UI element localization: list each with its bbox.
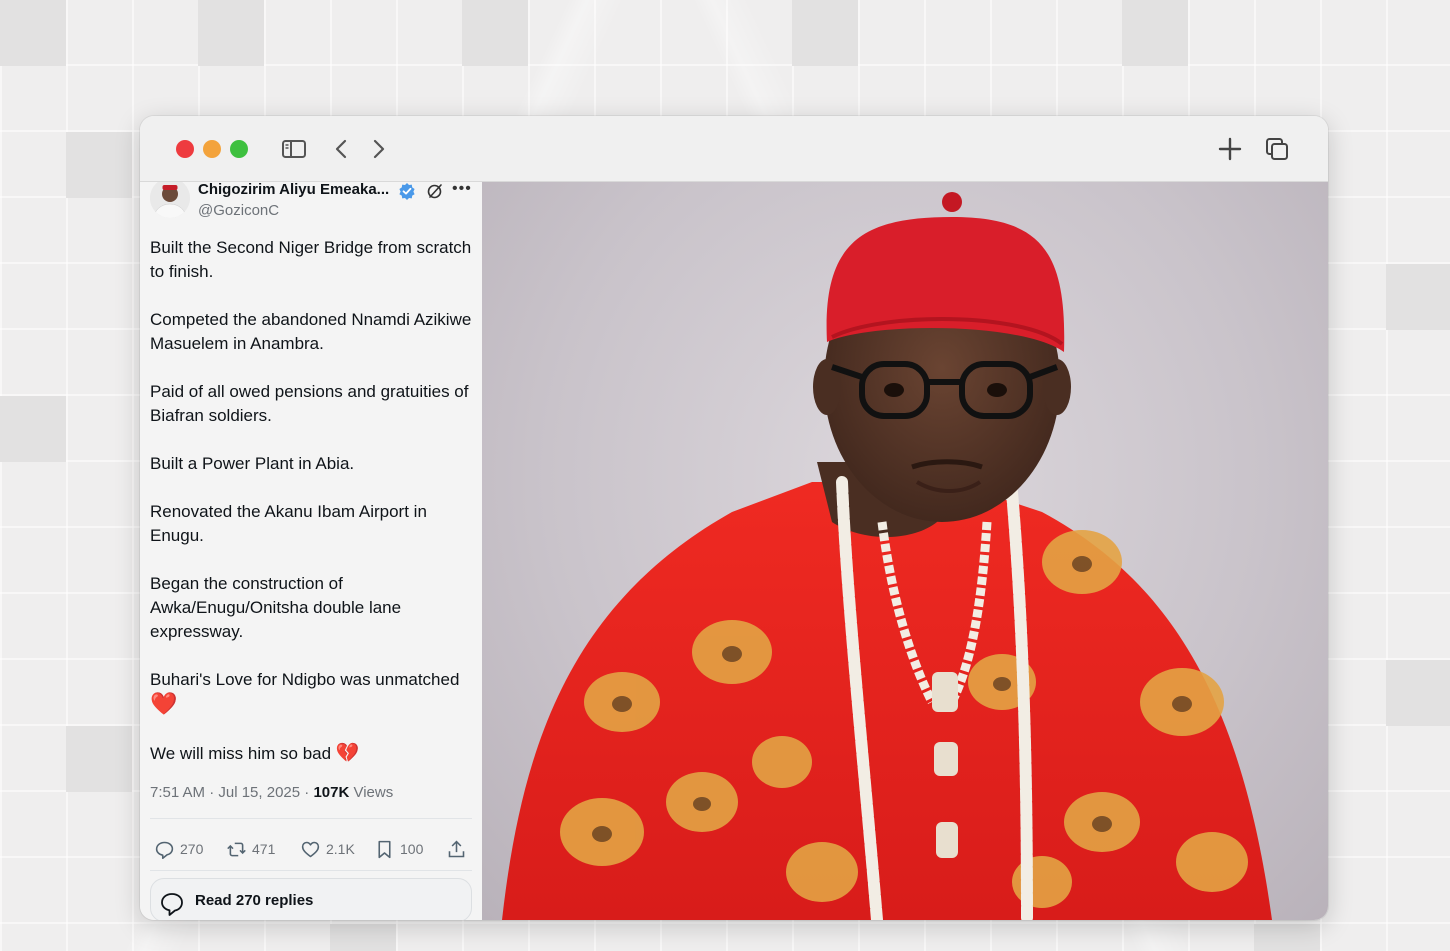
- zoom-window-button[interactable]: [230, 140, 248, 158]
- author-handle[interactable]: @GoziconC: [198, 202, 279, 219]
- grok-icon[interactable]: [426, 182, 444, 200]
- sidebar-icon[interactable]: [280, 135, 308, 163]
- repost-button[interactable]: 471: [226, 835, 275, 863]
- tweet-paragraph: Competed the abandoned Nnamdi Azikiwe Ma…: [150, 310, 472, 353]
- bookmark-button[interactable]: 100: [374, 835, 423, 863]
- tweet-text: Built the Second Niger Bridge from scrat…: [150, 236, 480, 790]
- read-replies-label: Read 270 replies: [195, 892, 314, 909]
- share-button[interactable]: [446, 835, 467, 863]
- tweet-actions: 270 471 2.1K 100: [154, 835, 474, 863]
- avatar[interactable]: [150, 182, 190, 218]
- new-tab-icon[interactable]: [1216, 135, 1244, 163]
- like-count: 2.1K: [326, 841, 355, 857]
- more-options-icon[interactable]: •••: [452, 182, 472, 198]
- browser-window: Chigozirim Aliyu Emeaka... ••• @GoziconC…: [140, 116, 1328, 920]
- bookmark-icon: [378, 840, 391, 858]
- repost-count: 471: [252, 841, 276, 857]
- tweet-paragraph-miss: We will miss him so bad 💔: [150, 742, 480, 766]
- heart-emoji-icon: ❤️: [150, 691, 178, 716]
- reply-button[interactable]: 270: [154, 835, 203, 863]
- close-window-button[interactable]: [176, 140, 194, 158]
- tweet-paragraph: Built the Second Niger Bridge from scrat…: [150, 238, 472, 281]
- tweet-photo[interactable]: [482, 182, 1328, 920]
- forward-icon[interactable]: [364, 135, 392, 163]
- tweet-paragraph: Built a Power Plant in Abia.: [150, 454, 355, 473]
- tweet-paragraph: Began the construction of Awka/Enugu/Oni…: [150, 574, 402, 641]
- minimize-window-button[interactable]: [203, 140, 221, 158]
- repost-icon: [227, 842, 246, 856]
- tweet-paragraph: Paid of all owed pensions and gratuities…: [150, 382, 469, 425]
- tweet-paragraph: Buhari's Love for Ndigbo was unmatched: [150, 670, 460, 689]
- back-icon[interactable]: [328, 135, 356, 163]
- author-name[interactable]: Chigozirim Aliyu Emeaka...: [198, 182, 389, 198]
- reply-icon: [155, 841, 174, 859]
- views-label: Views: [349, 784, 394, 801]
- share-icon: [448, 840, 465, 857]
- tweet-timestamp[interactable]: 7:51 AM · Jul 15, 2025 ·: [150, 784, 313, 801]
- reply-count: 270: [180, 841, 204, 857]
- portrait-photo: [502, 192, 1272, 920]
- divider: [150, 870, 472, 871]
- tweet-paragraph-love: Buhari's Love for Ndigbo was unmatched ❤…: [150, 668, 480, 718]
- like-button[interactable]: 2.1K: [300, 835, 355, 863]
- tweet-meta: 7:51 AM · Jul 15, 2025 · 107K Views: [150, 784, 393, 801]
- read-replies-button[interactable]: Read 270 replies: [150, 878, 472, 920]
- tweet-paragraph: Renovated the Akanu Ibam Airport in Enug…: [150, 502, 427, 545]
- bookmark-count: 100: [400, 841, 424, 857]
- replies-bubble-icon: [161, 893, 183, 916]
- like-icon: [301, 841, 320, 857]
- tweet-panel: Chigozirim Aliyu Emeaka... ••• @GoziconC…: [140, 182, 482, 920]
- divider: [150, 818, 472, 819]
- title-bar: [140, 116, 1328, 182]
- tabs-overview-icon[interactable]: [1263, 135, 1291, 163]
- tweet-paragraph: We will miss him so bad: [150, 744, 332, 763]
- verified-badge-icon: [398, 182, 416, 200]
- broken-heart-emoji-icon: 💔: [335, 743, 360, 764]
- views-count: 107K: [313, 784, 350, 801]
